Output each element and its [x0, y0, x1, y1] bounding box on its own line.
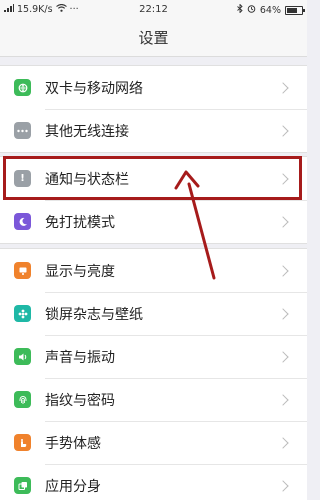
battery-icon	[285, 5, 305, 15]
settings-item-fingerprint[interactable]: 指纹与密码	[0, 378, 307, 421]
settings-item-lockscreen-wallpaper[interactable]: 锁屏杂志与壁纸	[0, 292, 307, 335]
settings-group-device: 显示与亮度 锁屏杂志与壁纸 声音与振动 指纹与密码 手势体感 应用分身	[0, 248, 307, 500]
settings-item-label: 通知与状态栏	[45, 171, 129, 188]
chevron-right-icon	[277, 81, 289, 94]
settings-item-label: 其他无线连接	[45, 123, 129, 140]
settings-group-notifications: ! 通知与状态栏 免打扰模式	[0, 156, 307, 244]
settings-item-label: 显示与亮度	[45, 263, 115, 280]
status-right: 64%	[237, 3, 305, 16]
navbar: 设置	[0, 20, 307, 57]
more-icon	[14, 122, 31, 139]
settings-item-label: 指纹与密码	[45, 392, 115, 409]
settings-item-dual-sim[interactable]: 双卡与移动网络	[0, 66, 307, 109]
moon-icon	[14, 213, 31, 230]
settings-item-label: 声音与振动	[45, 349, 115, 366]
bluetooth-icon	[237, 3, 243, 16]
sim-card-icon	[14, 79, 31, 96]
chevron-right-icon	[277, 172, 289, 185]
settings-item-notifications[interactable]: ! 通知与状态栏	[0, 157, 307, 200]
chevron-right-icon	[277, 393, 289, 406]
settings-item-label: 免打扰模式	[45, 214, 115, 231]
settings-item-gesture[interactable]: 手势体感	[0, 421, 307, 464]
chevron-right-icon	[277, 124, 289, 137]
settings-item-other-wireless[interactable]: 其他无线连接	[0, 109, 307, 152]
settings-item-label: 手势体感	[45, 435, 101, 452]
gesture-icon	[14, 434, 31, 451]
fingerprint-icon	[14, 391, 31, 408]
chevron-right-icon	[277, 479, 289, 492]
battery-percent: 64%	[259, 4, 281, 16]
settings-item-app-clone[interactable]: 应用分身	[0, 464, 307, 500]
settings-item-label: 双卡与移动网络	[45, 80, 143, 97]
settings-item-label: 应用分身	[45, 478, 101, 495]
chevron-right-icon	[277, 436, 289, 449]
chevron-right-icon	[277, 215, 289, 228]
settings-group-network: 双卡与移动网络 其他无线连接	[0, 65, 307, 153]
chevron-right-icon	[277, 350, 289, 363]
wallpaper-icon	[14, 305, 31, 322]
status-bar: 15.9K/s ··· 22:12 64%	[0, 0, 307, 20]
notification-icon: !	[14, 170, 31, 187]
chevron-right-icon	[277, 307, 289, 320]
page-title: 设置	[138, 29, 169, 47]
chevron-right-icon	[277, 264, 289, 277]
settings-item-do-not-disturb[interactable]: 免打扰模式	[0, 200, 307, 243]
display-icon	[14, 262, 31, 279]
app-clone-icon	[14, 477, 31, 494]
settings-item-label: 锁屏杂志与壁纸	[45, 306, 143, 323]
settings-item-sound[interactable]: 声音与振动	[0, 335, 307, 378]
settings-item-display[interactable]: 显示与亮度	[0, 249, 307, 292]
sound-icon	[14, 348, 31, 365]
alarm-icon	[247, 4, 256, 16]
